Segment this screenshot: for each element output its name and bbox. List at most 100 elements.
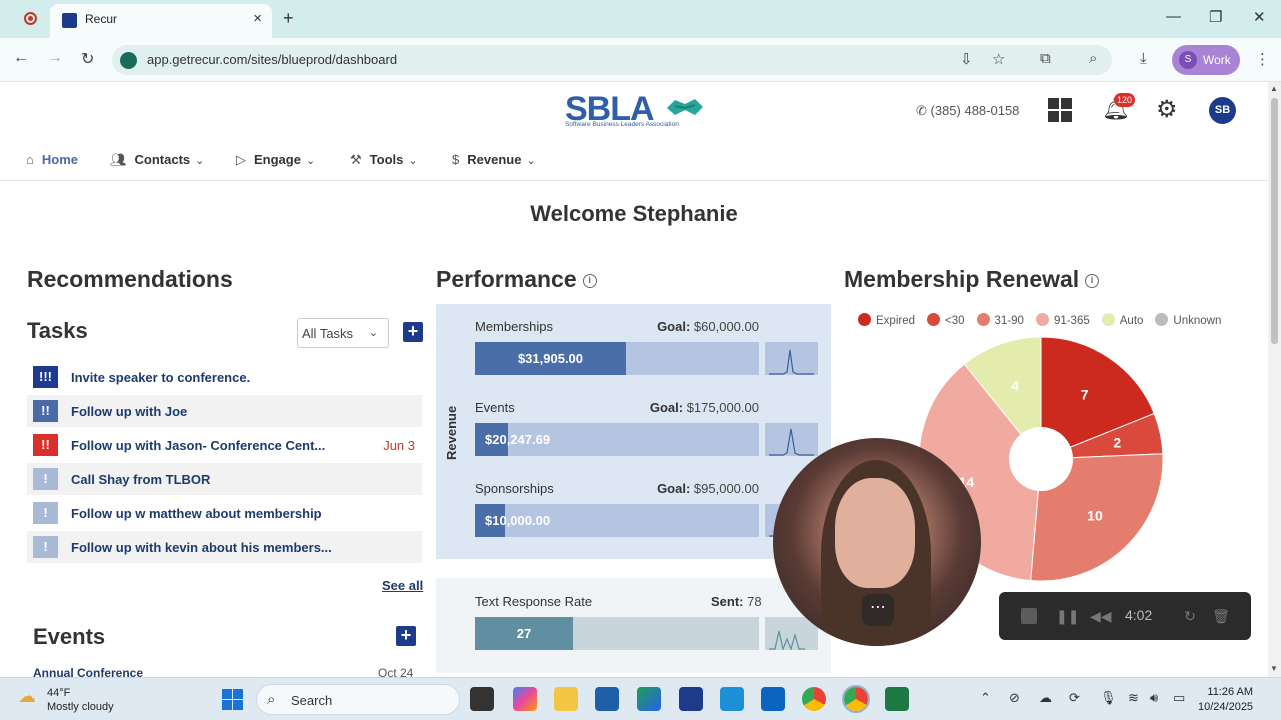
- info-icon[interactable]: i: [582, 274, 597, 288]
- site-info-icon[interactable]: [120, 52, 137, 69]
- security-tray-icon[interactable]: ⊘: [1009, 690, 1020, 706]
- text-response-value: 27: [516, 626, 532, 641]
- sync-tray-icon[interactable]: ⟳: [1069, 690, 1080, 706]
- add-event-button[interactable]: +: [396, 626, 416, 646]
- metric-progress-bar[interactable]: $10,000.00: [475, 504, 759, 537]
- battery-icon[interactable]: ▭: [1173, 690, 1185, 706]
- pause-recording-icon[interactable]: ❚❚: [1056, 607, 1079, 625]
- task-title[interactable]: Invite speaker to conference.: [71, 370, 250, 385]
- chevron-down-icon: ⌄: [195, 155, 205, 167]
- nav-tools[interactable]: ⚒ Tools ⌄: [350, 152, 418, 168]
- nav-home[interactable]: ⌂ Home: [26, 152, 78, 167]
- volume-icon[interactable]: 🔊︎: [1150, 690, 1158, 706]
- edge-browser-icon[interactable]: [637, 687, 661, 711]
- scrollbar-thumb[interactable]: [1271, 98, 1278, 344]
- microphone-icon[interactable]: 🎙︎: [1100, 690, 1117, 706]
- maximize-icon[interactable]: ❐: [1209, 8, 1222, 26]
- task-row[interactable]: !! Follow up with Jason- Conference Cent.…: [27, 429, 422, 461]
- metric-progress-bar[interactable]: $20,247.69: [475, 423, 759, 456]
- extensions-icon[interactable]: ⧉: [1040, 50, 1051, 67]
- downloads-icon[interactable]: ⤓: [1140, 50, 1147, 67]
- install-app-icon[interactable]: ⇩: [960, 50, 973, 68]
- metric-progress-bar[interactable]: $31,905.00: [475, 342, 759, 375]
- excel-app-icon[interactable]: [885, 687, 909, 711]
- profile-button[interactable]: S Work: [1172, 45, 1240, 75]
- browser-menu-icon[interactable]: ⋮: [1255, 50, 1270, 68]
- goal-value: $175,000.00: [686, 400, 759, 415]
- close-tab-icon[interactable]: ×: [253, 10, 262, 27]
- nav-engage[interactable]: ▷ Engage ⌄: [236, 152, 315, 168]
- reload-icon[interactable]: ↻: [81, 49, 94, 69]
- tray-overflow-icon[interactable]: ⌃: [980, 690, 991, 706]
- copilot-app-icon[interactable]: [513, 687, 537, 711]
- windows-start-icon[interactable]: [222, 689, 243, 710]
- webcam-menu-icon[interactable]: ⋯: [862, 594, 894, 626]
- browser-tab-recur[interactable]: Recur ×: [50, 4, 272, 38]
- task-row[interactable]: !! Follow up with Joe: [27, 395, 422, 427]
- legend-item[interactable]: Unknown: [1155, 313, 1221, 327]
- legend-item[interactable]: 91-365: [1035, 313, 1090, 327]
- search-placeholder: Search: [291, 693, 333, 708]
- metric-sparkline[interactable]: [765, 423, 818, 456]
- minimize-icon[interactable]: —: [1166, 8, 1181, 25]
- new-tab-icon[interactable]: +: [283, 8, 294, 29]
- url-text[interactable]: app.getrecur.com/sites/blueprod/dashboar…: [147, 52, 397, 67]
- outlook-mail-icon[interactable]: [761, 687, 785, 711]
- task-filter-select[interactable]: All Tasks ⌄: [297, 318, 389, 348]
- handshake-logo-icon: [667, 99, 703, 115]
- sbla-logo[interactable]: SBLA Software Business Leaders Associati…: [565, 90, 710, 134]
- page-scrollbar[interactable]: ▲ ▼: [1268, 82, 1281, 677]
- bookmark-star-icon[interactable]: ☆: [992, 50, 1005, 68]
- apps-grid-icon[interactable]: [1048, 98, 1072, 122]
- forward-icon[interactable]: →: [47, 49, 63, 67]
- phone-number[interactable]: ✆ (385) 488-0158: [916, 103, 1019, 119]
- user-avatar[interactable]: SB: [1209, 97, 1236, 124]
- task-row[interactable]: ! Follow up w matthew about membership: [27, 497, 422, 529]
- task-title[interactable]: Call Shay from TLBOR: [71, 472, 210, 487]
- nav-revenue[interactable]: $ Revenue ⌄: [452, 152, 536, 167]
- restart-icon[interactable]: ↻: [1181, 607, 1199, 625]
- scroll-down-icon[interactable]: ▼: [1270, 664, 1278, 673]
- nav-contacts[interactable]: 👥︎ Contacts ⌄: [110, 152, 204, 168]
- legend-item[interactable]: Expired: [858, 313, 915, 327]
- add-task-button[interactable]: +: [403, 322, 423, 342]
- profile-avatar: S: [1179, 51, 1197, 69]
- scroll-up-icon[interactable]: ▲: [1270, 84, 1278, 93]
- task-title[interactable]: Follow up with Jason- Conference Cent...: [71, 438, 325, 453]
- sparkline-icon: [769, 428, 814, 456]
- chevron-down-icon: ⌄: [368, 327, 378, 339]
- chrome-profile-icon[interactable]: [842, 685, 870, 713]
- task-title[interactable]: Follow up with kevin about his members..…: [71, 540, 332, 555]
- legend-item[interactable]: Auto: [1101, 313, 1143, 327]
- onedrive-tray-icon[interactable]: ☁: [1039, 690, 1052, 706]
- legend-swatch: [858, 313, 871, 326]
- task-row[interactable]: ! Follow up with kevin about his members.…: [27, 531, 422, 563]
- tab-search-icon[interactable]: ⌕: [1089, 50, 1097, 67]
- taskbar-clock[interactable]: 11:26 AM 10/24/2025: [1198, 685, 1253, 715]
- outlook-calendar-icon[interactable]: [720, 687, 744, 711]
- see-all-tasks-link[interactable]: See all: [382, 578, 423, 593]
- chrome-browser-icon[interactable]: [802, 687, 826, 711]
- close-window-icon[interactable]: ✕: [1253, 8, 1266, 26]
- store-app-icon[interactable]: [595, 687, 619, 711]
- taskbar-search[interactable]: ⌕ Search: [256, 684, 460, 715]
- task-row[interactable]: ! Call Shay from TLBOR: [27, 463, 422, 495]
- info-icon[interactable]: i: [1085, 274, 1100, 288]
- file-explorer-icon[interactable]: [554, 687, 578, 711]
- wifi-icon[interactable]: ≋: [1128, 690, 1139, 706]
- back-icon[interactable]: ←: [13, 49, 29, 67]
- legend-item[interactable]: 31-90: [976, 313, 1024, 327]
- task-row[interactable]: !!! Invite speaker to conference.: [27, 361, 422, 393]
- l-app-icon[interactable]: [679, 687, 703, 711]
- task-title[interactable]: Follow up with Joe: [71, 404, 187, 419]
- text-response-bar[interactable]: 27: [475, 617, 759, 650]
- settings-gear-icon[interactable]: ⚙: [1156, 95, 1178, 124]
- task-title[interactable]: Follow up w matthew about membership: [71, 506, 322, 521]
- stop-recording-icon[interactable]: [1021, 608, 1037, 624]
- pie-center-hole: [1009, 427, 1073, 491]
- terminal-app-icon[interactable]: [470, 687, 494, 711]
- metric-sparkline[interactable]: [765, 342, 818, 375]
- delete-recording-icon[interactable]: 🗑︎: [1212, 607, 1230, 625]
- rewind-icon[interactable]: ◀◀: [1090, 607, 1112, 625]
- legend-item[interactable]: <30: [927, 313, 965, 327]
